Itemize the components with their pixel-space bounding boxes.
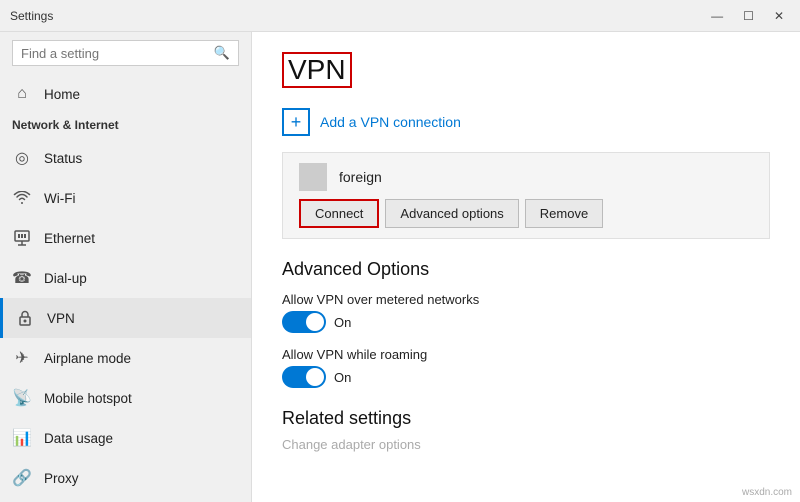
airplane-icon: ✈ [12, 348, 32, 368]
add-vpn-button[interactable]: + Add a VPN connection [282, 108, 770, 136]
ethernet-icon [12, 228, 32, 248]
sidebar-item-proxy-label: Proxy [44, 471, 79, 486]
content-area: VPN + Add a VPN connection foreign Conne… [252, 32, 800, 502]
advanced-options-title: Advanced Options [282, 259, 770, 280]
toggle-roaming-value: On [334, 370, 351, 385]
watermark: wsxdn.com [742, 487, 792, 498]
toggle-metered-row: Allow VPN over metered networks On [282, 292, 770, 333]
remove-button[interactable]: Remove [525, 199, 603, 228]
sidebar-item-proxy[interactable]: 🔗 Proxy [0, 458, 251, 498]
toggle-roaming-control: On [282, 366, 770, 388]
toggle-roaming-row: Allow VPN while roaming On [282, 347, 770, 388]
sidebar-item-home[interactable]: ⌂ Home [0, 74, 251, 114]
title-bar: Settings — ☐ ✕ [0, 0, 800, 32]
restore-button[interactable]: ☐ [737, 7, 760, 25]
connect-button[interactable]: Connect [299, 199, 379, 228]
sidebar-item-wifi-label: Wi-Fi [44, 191, 75, 206]
window-controls: — ☐ ✕ [705, 7, 790, 25]
advanced-options-button[interactable]: Advanced options [385, 199, 518, 228]
sidebar-item-ethernet[interactable]: Ethernet [0, 218, 251, 258]
minimize-button[interactable]: — [705, 7, 729, 25]
vpn-card-header: foreign [299, 163, 753, 191]
sidebar-item-ethernet-label: Ethernet [44, 231, 95, 246]
toggle-metered-switch[interactable] [282, 311, 326, 333]
wifi-icon [12, 188, 32, 208]
app-body: 🔍 ⌂ Home Network & Internet ◎ Status Wi- [0, 32, 800, 502]
toggle-roaming-label: Allow VPN while roaming [282, 347, 770, 362]
sidebar-item-vpn-label: VPN [47, 311, 75, 326]
app-title: Settings [10, 9, 53, 23]
sidebar-item-wifi[interactable]: Wi-Fi [0, 178, 251, 218]
search-box[interactable]: 🔍 [12, 40, 239, 66]
vpn-card-icon [299, 163, 327, 191]
sidebar-item-status[interactable]: ◎ Status [0, 138, 251, 178]
sidebar: 🔍 ⌂ Home Network & Internet ◎ Status Wi- [0, 32, 252, 502]
dialup-icon: ☎ [12, 268, 32, 288]
sidebar-item-airplane[interactable]: ✈ Airplane mode [0, 338, 251, 378]
home-icon: ⌂ [12, 84, 32, 104]
change-adapter-link[interactable]: Change adapter options [282, 437, 770, 452]
sidebar-item-airplane-label: Airplane mode [44, 351, 131, 366]
sidebar-item-dialup-label: Dial-up [44, 271, 87, 286]
search-icon: 🔍 [214, 45, 230, 61]
toggle-roaming-switch[interactable] [282, 366, 326, 388]
sidebar-category: Network & Internet [0, 114, 251, 138]
toggle-metered-value: On [334, 315, 351, 330]
sidebar-item-data-label: Data usage [44, 431, 113, 446]
sidebar-item-vpn[interactable]: VPN [0, 298, 251, 338]
data-icon: 📊 [12, 428, 32, 448]
toggle-metered-label: Allow VPN over metered networks [282, 292, 770, 307]
add-vpn-label: Add a VPN connection [320, 114, 461, 130]
page-title: VPN [282, 52, 352, 88]
vpn-actions: Connect Advanced options Remove [299, 199, 753, 228]
sidebar-item-home-label: Home [44, 87, 80, 102]
sidebar-item-dialup[interactable]: ☎ Dial-up [0, 258, 251, 298]
vpn-card: foreign Connect Advanced options Remove [282, 152, 770, 239]
related-settings-title: Related settings [282, 408, 770, 429]
status-icon: ◎ [12, 148, 32, 168]
vpn-icon [15, 308, 35, 328]
vpn-connection-name: foreign [339, 169, 382, 185]
search-input[interactable] [21, 46, 214, 61]
toggle-metered-control: On [282, 311, 770, 333]
hotspot-icon: 📡 [12, 388, 32, 408]
sidebar-item-status-label: Status [44, 151, 82, 166]
sidebar-item-hotspot-label: Mobile hotspot [44, 391, 132, 406]
close-button[interactable]: ✕ [768, 7, 790, 25]
add-icon: + [282, 108, 310, 136]
sidebar-item-data[interactable]: 📊 Data usage [0, 418, 251, 458]
sidebar-item-hotspot[interactable]: 📡 Mobile hotspot [0, 378, 251, 418]
proxy-icon: 🔗 [12, 468, 32, 488]
